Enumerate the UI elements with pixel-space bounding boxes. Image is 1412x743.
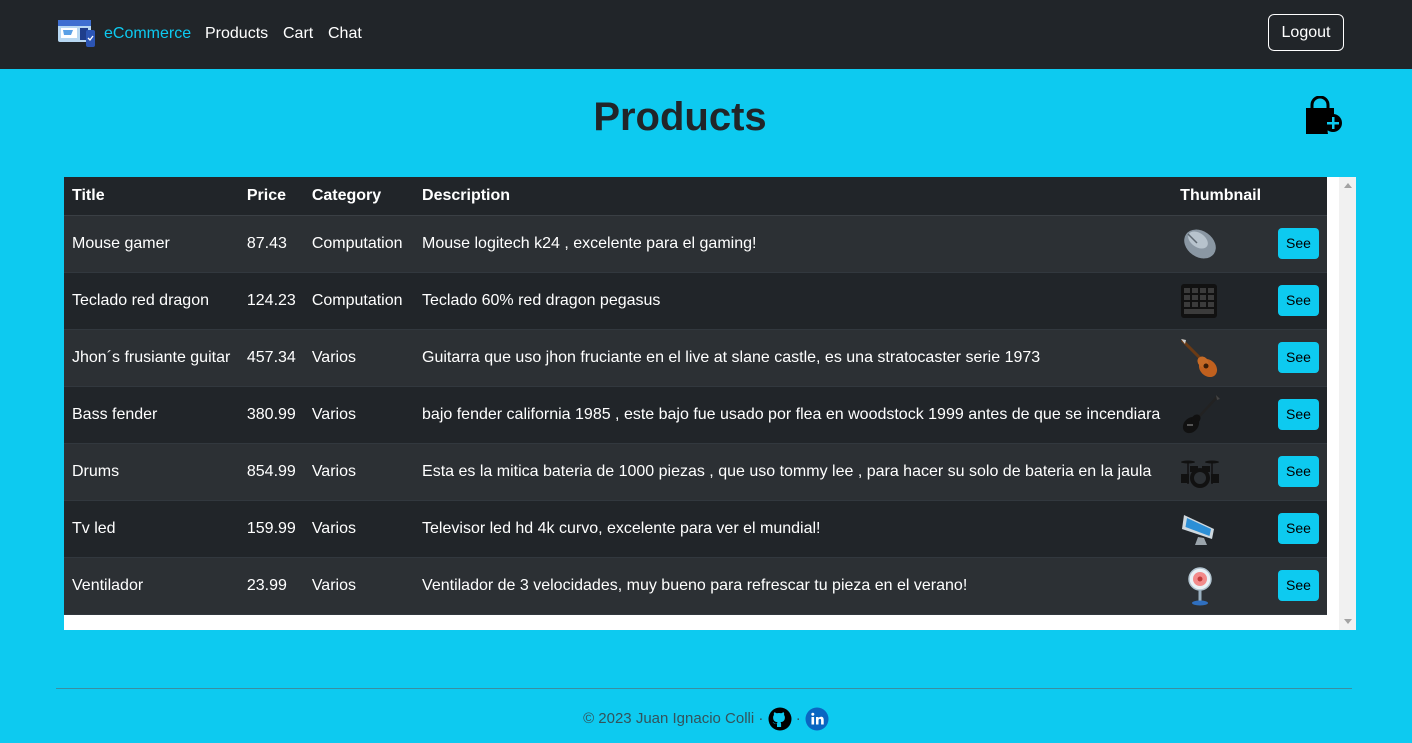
cell-price: 380.99 <box>238 386 304 444</box>
cell-description: Guitarra que uso jhon fruciante en el li… <box>414 329 1173 387</box>
cell-thumbnail <box>1172 215 1270 273</box>
nav-link-cart[interactable]: Cart <box>283 24 313 44</box>
cell-title: Mouse gamer <box>64 215 239 273</box>
cell-title: Tv led <box>64 500 239 558</box>
tv-icon <box>1182 514 1215 545</box>
see-button[interactable]: See <box>1277 228 1319 259</box>
col-header-price: Price <box>238 177 304 216</box>
cell-thumbnail <box>1172 500 1270 558</box>
cell-title: Ventilador <box>64 557 239 615</box>
cell-thumbnail <box>1172 386 1270 444</box>
products-table: Title Price Category Description Thumbna… <box>64 177 1327 615</box>
table-header-row: Title Price Category Description Thumbna… <box>64 177 1327 216</box>
cell-action: See <box>1269 500 1327 558</box>
cell-category: Varios <box>303 386 415 444</box>
see-button[interactable]: See <box>1277 285 1319 316</box>
see-button[interactable]: See <box>1277 513 1319 544</box>
cell-action: See <box>1269 272 1327 330</box>
footer-copyright: © 2023 Juan Ignacio Colli <box>583 710 755 728</box>
cell-title: Bass fender <box>64 386 239 444</box>
drums-icon <box>1181 460 1220 488</box>
cell-category: Varios <box>303 443 415 501</box>
brand-link[interactable]: eCommerce <box>104 24 191 44</box>
see-button[interactable]: See <box>1277 456 1319 487</box>
table-row: Tv led 159.99 Varios Televisor led hd 4k… <box>64 500 1327 558</box>
cell-description: bajo fender california 1985 , este bajo … <box>414 386 1173 444</box>
scroll-up-arrow-icon[interactable] <box>1344 183 1352 188</box>
shop-logo-icon[interactable] <box>58 18 95 47</box>
col-header-category: Category <box>303 177 415 216</box>
cell-description: Mouse logitech k24 , excelente para el g… <box>414 215 1173 273</box>
cell-category: Varios <box>303 557 415 615</box>
cell-price: 124.23 <box>238 272 304 330</box>
table-row: Bass fender 380.99 Varios bajo fender ca… <box>64 386 1327 444</box>
cell-price: 87.43 <box>238 215 304 273</box>
navbar: eCommerce Products Cart Chat Logout <box>0 0 1412 69</box>
cell-description: Teclado 60% red dragon pegasus <box>414 272 1173 330</box>
bag-plus-icon[interactable] <box>1303 96 1343 134</box>
cell-price: 159.99 <box>238 500 304 558</box>
cell-price: 854.99 <box>238 443 304 501</box>
cell-title: Jhon´s frusiante guitar <box>64 329 239 387</box>
see-button[interactable]: See <box>1277 570 1319 601</box>
cell-price: 23.99 <box>238 557 304 615</box>
footer-divider <box>56 688 1352 689</box>
table-row: Teclado red dragon 124.23 Computation Te… <box>64 272 1327 330</box>
cell-thumbnail <box>1172 557 1270 615</box>
cell-action: See <box>1269 443 1327 501</box>
cell-description: Esta es la mitica bateria de 1000 piezas… <box>414 443 1173 501</box>
nav-link-products[interactable]: Products <box>205 24 268 44</box>
bass-icon <box>1183 394 1221 433</box>
cell-title: Drums <box>64 443 239 501</box>
mouse-icon <box>1184 229 1216 258</box>
cell-action: See <box>1269 557 1327 615</box>
col-header-description: Description <box>414 177 1173 216</box>
col-header-title: Title <box>64 177 239 216</box>
guitar-icon <box>1181 338 1218 377</box>
cell-thumbnail <box>1172 329 1270 387</box>
cell-action: See <box>1269 215 1327 273</box>
footer-separator: · <box>758 710 764 728</box>
fan-icon <box>1188 566 1212 605</box>
table-row: Mouse gamer 87.43 Computation Mouse logi… <box>64 215 1327 273</box>
products-table-container: Title Price Category Description Thumbna… <box>64 177 1356 630</box>
scroll-down-arrow-icon[interactable] <box>1344 619 1352 624</box>
see-button[interactable]: See <box>1277 342 1319 373</box>
col-header-thumbnail: Thumbnail <box>1172 177 1270 216</box>
footer-separator: · <box>795 710 801 728</box>
cell-description: Ventilador de 3 velocidades, muy bueno p… <box>414 557 1173 615</box>
footer: © 2023 Juan Ignacio Colli · · <box>0 706 1412 732</box>
cell-thumbnail <box>1172 443 1270 501</box>
page-title: Products <box>593 95 767 139</box>
cell-title: Teclado red dragon <box>64 272 239 330</box>
table-scrollbar[interactable] <box>1339 177 1356 630</box>
linkedin-icon[interactable] <box>805 707 829 731</box>
see-button[interactable]: See <box>1277 399 1319 430</box>
table-row: Jhon´s frusiante guitar 457.34 Varios Gu… <box>64 329 1327 387</box>
table-row: Ventilador 23.99 Varios Ventilador de 3 … <box>64 557 1327 615</box>
cell-thumbnail <box>1172 272 1270 330</box>
cell-category: Computation <box>303 272 415 330</box>
github-icon[interactable] <box>768 707 792 731</box>
cell-category: Varios <box>303 500 415 558</box>
cell-description: Televisor led hd 4k curvo, excelente par… <box>414 500 1173 558</box>
cell-action: See <box>1269 329 1327 387</box>
table-row: Drums 854.99 Varios Esta es la mitica ba… <box>64 443 1327 501</box>
cell-action: See <box>1269 386 1327 444</box>
keyboard-icon <box>1181 283 1218 318</box>
nav-link-chat[interactable]: Chat <box>328 24 362 44</box>
cell-price: 457.34 <box>238 329 304 387</box>
col-header-actions <box>1269 177 1327 216</box>
logout-button[interactable]: Logout <box>1268 14 1344 51</box>
cell-category: Varios <box>303 329 415 387</box>
cell-category: Computation <box>303 215 415 273</box>
